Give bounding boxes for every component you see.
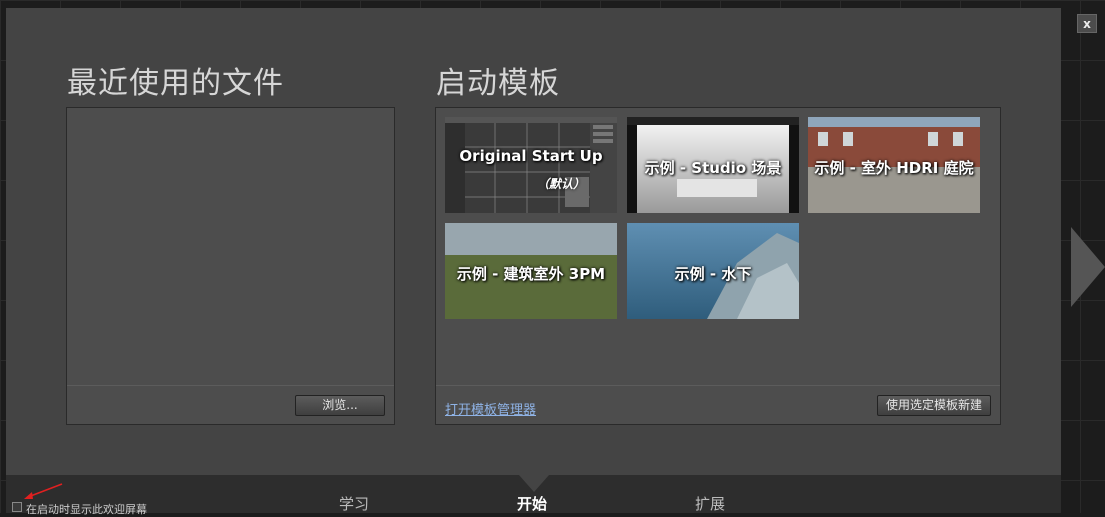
tab-learn[interactable]: 学习 (339, 493, 369, 514)
annotation-arrow-icon (24, 483, 63, 499)
templates-grid: Original Start Up （默认） 示例 - Studio 场景 示例… (436, 108, 1000, 386)
new-from-template-button[interactable]: 使用选定模板新建 (877, 395, 991, 416)
template-label: 示例 - 室外 HDRI 庭院 (814, 159, 974, 177)
template-label: 示例 - 建筑室外 3PM (456, 265, 606, 283)
recent-files-panel: 浏览... (66, 107, 395, 425)
template-tile-hdri-courtyard[interactable]: 示例 - 室外 HDRI 庭院 (808, 117, 980, 213)
next-arrow-icon[interactable] (1071, 227, 1105, 307)
bottom-nav-bar: 在启动时显示此欢迎屏幕 学习 开始 扩展 (6, 475, 1061, 516)
start-templates-title: 启动模板 (436, 66, 560, 101)
template-tile-underwater[interactable]: 示例 - 水下 (627, 223, 799, 319)
templates-footer: 打开模板管理器 使用选定模板新建 (436, 385, 1000, 424)
template-label: 示例 - 水下 (674, 265, 752, 283)
recent-files-list[interactable] (67, 108, 394, 386)
ui-preview-thumbnail (445, 117, 617, 213)
template-label: 示例 - Studio 场景 (644, 159, 782, 177)
show-at-startup-checkbox[interactable] (12, 502, 22, 512)
welcome-dialog: 最近使用的文件 启动模板 浏览... Original Start Up （默认… (6, 8, 1061, 475)
tab-start[interactable]: 开始 (517, 493, 547, 514)
template-tile-original-startup[interactable]: Original Start Up （默认） (445, 117, 617, 213)
recent-files-title: 最近使用的文件 (67, 66, 284, 101)
template-tile-arch-exterior[interactable]: 示例 - 建筑室外 3PM (445, 223, 617, 319)
active-tab-indicator (519, 475, 549, 492)
template-tile-studio[interactable]: 示例 - Studio 场景 (627, 117, 799, 213)
show-at-startup-label: 在启动时显示此欢迎屏幕 (26, 503, 147, 516)
template-sublabel: （默认） (536, 177, 585, 191)
close-button[interactable]: x (1077, 14, 1097, 33)
templates-panel: Original Start Up （默认） 示例 - Studio 场景 示例… (435, 107, 1001, 425)
open-template-manager-link[interactable]: 打开模板管理器 (445, 399, 536, 418)
tab-extend[interactable]: 扩展 (695, 493, 725, 514)
recent-files-footer: 浏览... (67, 385, 394, 424)
template-label: Original Start Up (459, 147, 603, 165)
browse-button[interactable]: 浏览... (295, 395, 385, 416)
